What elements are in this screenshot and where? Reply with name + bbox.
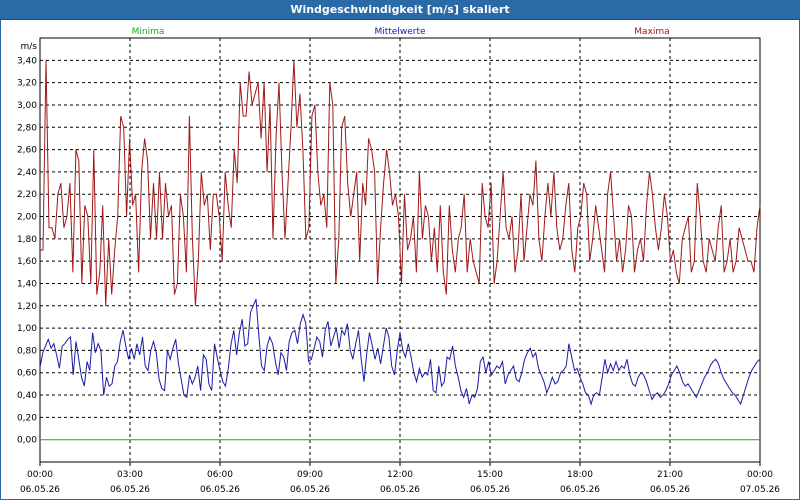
x-tick-date: 06.05.26	[560, 485, 600, 495]
x-tick-time: 18:00	[567, 470, 593, 480]
y-tick-label: 1,80	[17, 235, 37, 245]
y-tick-label: 1,20	[17, 302, 37, 312]
x-tick-date: 06.05.26	[380, 485, 420, 495]
y-tick-label: 2,80	[17, 123, 37, 133]
x-tick-date: 06.05.26	[110, 485, 150, 495]
x-tick-time: 09:00	[297, 470, 323, 480]
legend-maxima: Maxima	[634, 27, 669, 37]
y-tick-label: 1,60	[17, 257, 37, 267]
y-tick-label: 2,40	[17, 168, 37, 178]
y-tick-label: 3,20	[17, 79, 37, 89]
y-tick-label: 0,40	[17, 391, 37, 401]
y-tick-label: 3,00	[17, 101, 37, 111]
wind-speed-chart: 0,00 0,20 0,40 0,60 0,80 1,00 1,20 1,40 1,60 1,80…	[17, 27, 780, 495]
y-tick-label: 0,00	[17, 436, 37, 446]
x-tick-date: 06.05.26	[200, 485, 240, 495]
x-tick-time: 21:00	[657, 470, 683, 480]
x-tick-time: 15:00	[477, 470, 503, 480]
y-tick-label: 2,20	[17, 190, 37, 200]
x-tick-time: 12:00	[387, 470, 413, 480]
x-tick-date: 06.05.26	[290, 485, 330, 495]
y-tick-label: 2,60	[17, 146, 37, 156]
x-tick-date: 06.05.26	[470, 485, 510, 495]
y-tick-label: 2,00	[17, 213, 37, 223]
x-tick-date: 06.05.26	[650, 485, 690, 495]
x-tick-time: 00:00	[747, 470, 773, 480]
x-tick-time: 06:00	[207, 470, 233, 480]
x-tick-date: 07.05.26	[740, 485, 780, 495]
y-tick-label: 1,40	[17, 279, 37, 289]
x-tick-time: 03:00	[117, 470, 143, 480]
x-tick-time: 00:00	[27, 470, 53, 480]
y-tick-label: 1,00	[17, 324, 37, 334]
y-tick-label: 0,80	[17, 346, 37, 356]
legend-minima: Minima	[132, 27, 165, 37]
y-axis-unit: m/s	[21, 42, 38, 52]
y-tick-label: 0,20	[17, 413, 37, 423]
y-tick-label: 3,40	[17, 56, 37, 66]
legend-mittelwerte: Mittelwerte	[374, 27, 425, 37]
x-tick-date: 06.05.26	[20, 485, 60, 495]
y-tick-label: 0,60	[17, 369, 37, 379]
